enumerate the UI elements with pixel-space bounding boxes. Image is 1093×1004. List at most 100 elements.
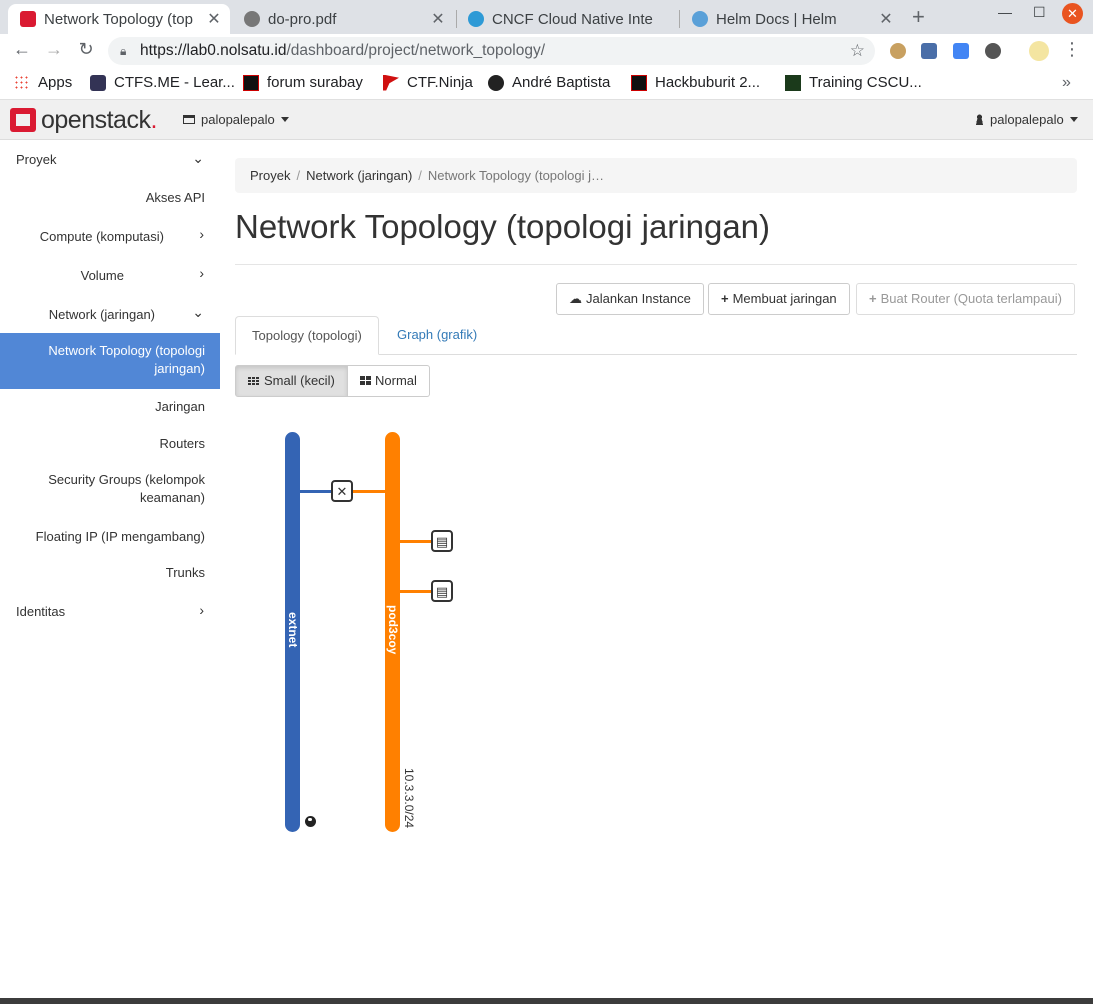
sidebar-item-security-groups[interactable]: Security Groups (kelompok keamanan) bbox=[25, 471, 205, 507]
ctfs-icon bbox=[90, 74, 106, 91]
normal-view-toggle[interactable]: Normal bbox=[348, 365, 430, 397]
sidebar-item-routers[interactable]: Routers bbox=[159, 435, 205, 453]
bookmark-hackbuburit[interactable]: Hackbuburit 2... bbox=[631, 74, 760, 91]
sidebar-item-label: Network Topology (topologi jaringan) bbox=[48, 343, 205, 376]
tab-graph[interactable]: Graph (grafik) bbox=[381, 316, 493, 355]
chevron-down-icon[interactable]: ⌄ bbox=[192, 304, 204, 321]
maximize-icon[interactable]: ☐ bbox=[1033, 4, 1046, 21]
sidebar-item-jaringan[interactable]: Jaringan bbox=[155, 398, 205, 416]
reload-icon[interactable]: ↻ bbox=[74, 39, 98, 60]
apps-grid-icon bbox=[14, 74, 30, 91]
flag-icon bbox=[383, 74, 399, 91]
bookmark-label: CTF.Ninja bbox=[407, 74, 473, 91]
breadcrumb-separator: / bbox=[418, 168, 422, 183]
translate-extension-icon[interactable] bbox=[953, 43, 969, 59]
logo-text: openstack bbox=[41, 108, 157, 133]
browser-menu-icon[interactable]: ⋮ bbox=[1060, 39, 1084, 60]
sidebar-section-proyek[interactable]: Proyek bbox=[16, 152, 56, 167]
bookmark-label: Hackbuburit 2... bbox=[655, 74, 761, 91]
chevron-right-icon[interactable]: › bbox=[199, 226, 204, 242]
page-title: Network Topology (topologi jaringan) bbox=[235, 208, 771, 245]
caret-down-icon bbox=[280, 117, 289, 122]
bookmark-ctfs[interactable]: CTFS.ME - Lear... bbox=[90, 74, 235, 91]
instance-icon[interactable]: ▤ bbox=[431, 580, 453, 602]
instance-icon[interactable]: ▤ bbox=[431, 530, 453, 552]
window-close-icon[interactable]: ✕ bbox=[1062, 3, 1083, 24]
plus-icon: + bbox=[721, 291, 729, 306]
browser-tab-cncf[interactable]: CNCF Cloud Native Inte bbox=[456, 4, 678, 34]
close-tab-icon[interactable]: ✕ bbox=[876, 9, 896, 29]
browser-toolbar: ← → ↻ 🔒︎ https://lab0.nolsatu.id/dashboa… bbox=[0, 34, 1093, 68]
create-network-button[interactable]: + Membuat jaringan bbox=[708, 283, 850, 315]
sidebar-item-akses-api[interactable]: Akses API bbox=[146, 189, 205, 207]
bookmark-star-icon[interactable]: ☆ bbox=[850, 37, 865, 65]
browser-tab-do-pro[interactable]: do-pro.pdf ✕ bbox=[232, 4, 454, 34]
create-router-label: Buat Router (Quota terlampaui) bbox=[880, 291, 1062, 306]
profile-avatar[interactable] bbox=[1029, 41, 1049, 61]
forward-icon[interactable]: → bbox=[42, 39, 66, 60]
sidebar-item-compute[interactable]: Compute (komputasi) bbox=[40, 228, 164, 246]
create-router-button[interactable]: + Buat Router (Quota terlampaui) bbox=[856, 283, 1075, 315]
bookmark-ctf-ninja[interactable]: CTF.Ninja bbox=[383, 74, 473, 91]
browser-tab-helm[interactable]: Helm Docs | Helm ✕ bbox=[680, 4, 902, 34]
project-list-icon bbox=[183, 115, 195, 124]
sidebar-item-trunks[interactable]: Trunks bbox=[166, 564, 205, 582]
instance-link bbox=[400, 590, 431, 593]
back-icon[interactable]: ← bbox=[10, 39, 34, 60]
openstack-logo[interactable]: openstack bbox=[10, 108, 157, 133]
bookmarks-bar: Apps CTFS.ME - Lear... forum surabay CTF… bbox=[0, 68, 1093, 100]
tab-title: Network Topology (top bbox=[44, 10, 193, 28]
bookmark-label: CTFS.ME - Lear... bbox=[114, 74, 235, 91]
browser-tab-network-topology[interactable]: Network Topology (top ✕ bbox=[8, 4, 230, 34]
sidebar-section-identitas[interactable]: Identitas bbox=[16, 604, 65, 619]
router-link-pod3coy bbox=[353, 490, 385, 493]
network-label-extnet: extnet bbox=[286, 612, 300, 648]
user-menu-label: palopalepalo bbox=[990, 112, 1064, 127]
grid-large-icon bbox=[360, 376, 371, 386]
bookmark-andre-baptista[interactable]: André Baptista bbox=[488, 74, 610, 91]
record-extension-icon[interactable] bbox=[985, 43, 1001, 59]
cookie-extension-icon[interactable] bbox=[890, 43, 906, 59]
title-divider bbox=[235, 264, 1077, 265]
sidebar-item-network[interactable]: Network (jaringan) bbox=[49, 306, 155, 324]
chevron-right-icon[interactable]: › bbox=[199, 265, 204, 281]
cloud-upload-icon: ☁ bbox=[569, 291, 582, 306]
router-link-extnet bbox=[300, 490, 332, 493]
breadcrumb-proyek[interactable]: Proyek bbox=[250, 168, 290, 183]
sidebar-item-volume[interactable]: Volume bbox=[81, 267, 124, 285]
bookmark-forum-surabaya[interactable]: forum surabay bbox=[243, 74, 363, 91]
sidebar-item-network-topology[interactable]: Network Topology (topologi jaringan) bbox=[0, 333, 220, 389]
grid-small-icon bbox=[248, 377, 260, 386]
chevron-right-icon[interactable]: › bbox=[199, 602, 204, 618]
router-icon[interactable]: ✕ bbox=[331, 480, 353, 502]
bookmark-label: Training CSCU... bbox=[809, 74, 922, 91]
tab-topology[interactable]: Topology (topologi) bbox=[235, 316, 379, 355]
tab-title: Helm Docs | Helm bbox=[716, 10, 837, 28]
project-selector-label: palopalepalo bbox=[201, 112, 275, 127]
create-network-label: Membuat jaringan bbox=[732, 291, 837, 306]
chevron-down-icon[interactable]: ⌄ bbox=[192, 150, 204, 167]
launch-instance-button[interactable]: ☁ Jalankan Instance bbox=[556, 283, 704, 315]
openstack-header: openstack palopalepalo palopalepalo bbox=[0, 100, 1093, 140]
tab-title: CNCF Cloud Native Inte bbox=[492, 10, 653, 28]
bookmark-training-cscu[interactable]: Training CSCU... bbox=[785, 74, 922, 91]
lock-icon: 🔒︎ bbox=[120, 44, 127, 58]
small-view-toggle[interactable]: Small (kecil) bbox=[235, 365, 348, 397]
user-menu[interactable]: palopalepalo bbox=[975, 112, 1078, 127]
browser-tab-bar: Network Topology (top ✕ do-pro.pdf ✕ CNC… bbox=[0, 0, 1093, 34]
vpn-extension-icon[interactable] bbox=[921, 43, 937, 59]
bookmarks-overflow-icon[interactable]: » bbox=[1062, 74, 1071, 92]
close-tab-icon[interactable]: ✕ bbox=[428, 9, 448, 29]
globe-favicon-icon bbox=[244, 11, 260, 27]
minimize-icon[interactable]: — bbox=[998, 4, 1012, 20]
project-selector[interactable]: palopalepalo bbox=[183, 112, 289, 127]
sidebar-item-floating-ip[interactable]: Floating IP (IP mengambang) bbox=[36, 528, 205, 546]
new-tab-icon[interactable]: + bbox=[912, 4, 925, 30]
bookmark-apps[interactable]: Apps bbox=[14, 74, 72, 91]
small-view-label: Small (kecil) bbox=[264, 373, 335, 388]
close-tab-icon[interactable]: ✕ bbox=[204, 9, 224, 29]
address-bar[interactable]: 🔒︎ https://lab0.nolsatu.id/dashboard/pro… bbox=[108, 37, 875, 65]
normal-view-label: Normal bbox=[375, 373, 417, 388]
breadcrumb-network[interactable]: Network (jaringan) bbox=[306, 168, 412, 183]
url-host: https://lab0.nolsatu.id bbox=[140, 42, 287, 59]
